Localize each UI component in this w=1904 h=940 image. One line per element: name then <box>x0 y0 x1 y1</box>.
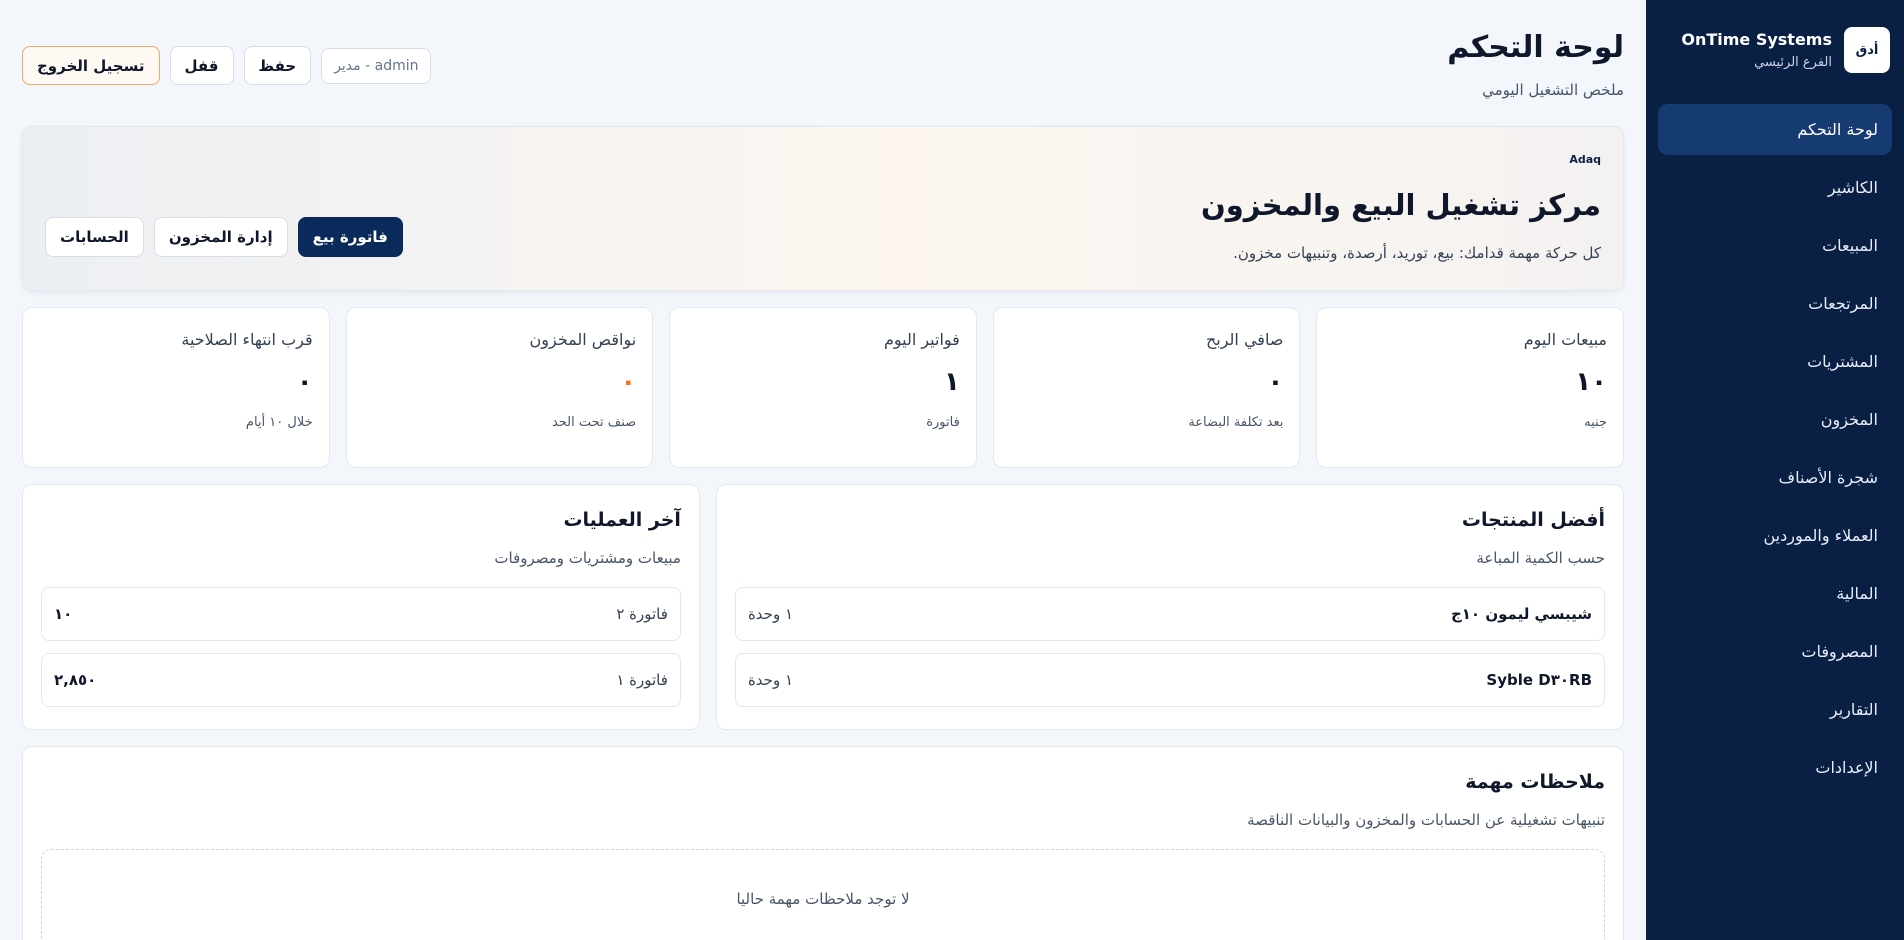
panel-title: آخر العمليات <box>563 509 681 531</box>
list-item[interactable]: فاتورة ٢ ١٠ <box>41 587 681 641</box>
list-item[interactable]: Syble D٣٠RB ١ وحدة <box>734 653 1605 707</box>
sidebar-item-label: العملاء والموردين <box>1763 526 1879 545</box>
hero-banner: Adaq مركز تشغيل البيع والمخزون كل حركة م… <box>22 126 1624 291</box>
brand-text: OnTime Systems الفرع الرئيسي <box>1681 30 1832 70</box>
sidebar-item-reports[interactable]: التقارير <box>1658 684 1892 735</box>
brand-name: OnTime Systems <box>1681 30 1832 49</box>
sidebar-item-sales[interactable]: المبيعات <box>1658 220 1892 271</box>
stat-note: جنيه <box>1584 415 1607 430</box>
stat-value: ٠ <box>1267 367 1284 397</box>
sidebar: أدق OnTime Systems الفرع الرئيسي لوحة ال… <box>1646 0 1904 940</box>
page-title: لوحة التحكم <box>1447 30 1624 65</box>
page-heading: لوحة التحكم ملخص التشغيل اليومي <box>1447 30 1624 99</box>
user-chip: admin - مدير <box>321 47 432 84</box>
sidebar-item-label: التقارير <box>1829 700 1878 719</box>
hero-description: كل حركة مهمة قدامك: بيع، توريد، أرصدة، و… <box>1233 244 1601 262</box>
hero-actions: فاتورة بيع إدارة المخزون الحسابات <box>45 217 403 257</box>
brand-logo: أدق <box>1844 27 1890 73</box>
lock-button[interactable]: قفل <box>169 46 234 85</box>
sidebar-item-label: المشتريات <box>1807 352 1878 371</box>
stat-note: بعد تكلفة البضاعة <box>1188 415 1284 430</box>
stat-value: ٠ <box>296 367 313 397</box>
product-name: شيبسي ليمون ١٠ج <box>1450 605 1592 623</box>
stat-label: صافي الربح <box>1205 330 1284 349</box>
top-products-panel: أفضل المنتجات حسب الكمية المباعة شيبسي ل… <box>715 484 1624 730</box>
sidebar-item-finance[interactable]: المالية <box>1658 568 1892 619</box>
operation-name: فاتورة ١ <box>616 671 668 689</box>
sidebar-item-label: الكاشير <box>1827 178 1878 197</box>
sidebar-item-cashier[interactable]: الكاشير <box>1658 162 1892 213</box>
sidebar-item-label: شجرة الأصناف <box>1778 468 1878 487</box>
panels-row: أفضل المنتجات حسب الكمية المباعة شيبسي ل… <box>22 484 1624 730</box>
sidebar-item-inventory[interactable]: المخزون <box>1658 394 1892 445</box>
main-content: لوحة التحكم ملخص التشغيل اليومي admin - … <box>0 0 1646 940</box>
stat-note: فاتورة <box>926 415 960 430</box>
panel-subtitle: مبيعات ومشتريات ومصروفات <box>494 549 681 567</box>
sidebar-item-customers-suppliers[interactable]: العملاء والموردين <box>1658 510 1892 561</box>
sale-invoice-button[interactable]: فاتورة بيع <box>297 217 403 257</box>
panel-subtitle: حسب الكمية المباعة <box>1476 549 1605 567</box>
sidebar-item-label: المالية <box>1836 584 1878 603</box>
panel-subtitle: تنبيهات تشغيلية عن الحسابات والمخزون وال… <box>1247 811 1605 829</box>
stat-note: صنف تحت الحد <box>551 415 637 430</box>
stat-value: ١٠ <box>1575 367 1607 397</box>
accounts-button[interactable]: الحسابات <box>45 217 144 257</box>
notes-empty-state: لا توجد ملاحظات مهمة حاليا <box>41 849 1605 940</box>
panel-title: أفضل المنتجات <box>1461 509 1605 531</box>
operation-amount: ٢,٨٥٠ <box>54 671 97 689</box>
stats-row: مبيعات اليوم ١٠ جنيه صافي الربح ٠ بعد تك… <box>22 307 1624 468</box>
sidebar-item-returns[interactable]: المرتجعات <box>1658 278 1892 329</box>
stat-label: مبيعات اليوم <box>1523 330 1607 349</box>
stat-card-stock-shortage: نواقص المخزون ٠ صنف تحت الحد <box>345 307 654 468</box>
inventory-button[interactable]: إدارة المخزون <box>153 217 288 257</box>
stat-card-near-expiry: قرب انتهاء الصلاحية ٠ خلال ١٠ أيام <box>22 307 330 468</box>
hero-tag: Adaq <box>1569 153 1601 166</box>
stat-card-today-sales: مبيعات اليوم ١٠ جنيه <box>1316 307 1624 468</box>
sidebar-item-categories[interactable]: شجرة الأصناف <box>1658 452 1892 503</box>
stat-card-net-profit: صافي الربح ٠ بعد تكلفة البضاعة <box>992 307 1301 468</box>
notes-panel: ملاحظات مهمة تنبيهات تشغيلية عن الحسابات… <box>22 746 1624 940</box>
stat-label: قرب انتهاء الصلاحية <box>181 330 313 349</box>
operation-amount: ١٠ <box>54 605 73 623</box>
product-qty: ١ وحدة <box>747 671 794 689</box>
list-item[interactable]: شيبسي ليمون ١٠ج ١ وحدة <box>734 587 1605 641</box>
sidebar-item-label: الإعدادات <box>1815 758 1878 777</box>
topbar: لوحة التحكم ملخص التشغيل اليومي admin - … <box>22 30 1624 126</box>
sidebar-item-label: المبيعات <box>1822 236 1878 255</box>
operation-name: فاتورة ٢ <box>616 605 668 623</box>
stat-value: ٠ <box>620 367 637 397</box>
logout-button[interactable]: تسجيل الخروج <box>22 46 160 85</box>
sidebar-item-label: المخزون <box>1820 410 1878 429</box>
brand-logo-text: أدق <box>1855 42 1879 58</box>
sidebar-item-label: لوحة التحكم <box>1797 120 1878 139</box>
sidebar-nav: لوحة التحكم الكاشير المبيعات المرتجعات ا… <box>1658 104 1892 793</box>
operations-list: فاتورة ٢ ١٠ فاتورة ١ ٢,٨٥٠ <box>41 587 681 707</box>
app-root: أدق OnTime Systems الفرع الرئيسي لوحة ال… <box>0 0 1904 940</box>
stat-note: خلال ١٠ أيام <box>245 415 313 430</box>
panel-title: ملاحظات مهمة <box>1465 771 1605 793</box>
top-actions: admin - مدير حفظ قفل تسجيل الخروج <box>22 46 432 85</box>
stat-label: نواقص المخزون <box>529 330 637 349</box>
recent-ops-panel: آخر العمليات مبيعات ومشتريات ومصروفات فا… <box>22 484 700 730</box>
sidebar-item-dashboard[interactable]: لوحة التحكم <box>1658 104 1892 155</box>
sidebar-item-settings[interactable]: الإعدادات <box>1658 742 1892 793</box>
empty-message: لا توجد ملاحظات مهمة حاليا <box>736 890 910 908</box>
product-name: Syble D٣٠RB <box>1486 671 1592 689</box>
list-item[interactable]: فاتورة ١ ٢,٨٥٠ <box>41 653 681 707</box>
sidebar-item-label: المرتجعات <box>1808 294 1878 313</box>
stat-label: فواتير اليوم <box>883 330 960 349</box>
hero-text: Adaq مركز تشغيل البيع والمخزون كل حركة م… <box>1201 153 1601 262</box>
stat-value: ١ <box>943 367 960 397</box>
sidebar-item-label: المصروفات <box>1801 642 1878 661</box>
save-button[interactable]: حفظ <box>243 46 312 85</box>
hero-title: مركز تشغيل البيع والمخزون <box>1200 188 1601 222</box>
product-qty: ١ وحدة <box>747 605 794 623</box>
branch-name: الفرع الرئيسي <box>1754 55 1832 70</box>
page-subtitle: ملخص التشغيل اليومي <box>1482 81 1624 99</box>
sidebar-item-purchases[interactable]: المشتريات <box>1658 336 1892 387</box>
brand: أدق OnTime Systems الفرع الرئيسي <box>1658 24 1892 76</box>
stat-card-today-invoices: فواتير اليوم ١ فاتورة <box>669 307 977 468</box>
product-list: شيبسي ليمون ١٠ج ١ وحدة Syble D٣٠RB ١ وحد… <box>734 587 1605 707</box>
sidebar-item-expenses[interactable]: المصروفات <box>1658 626 1892 677</box>
